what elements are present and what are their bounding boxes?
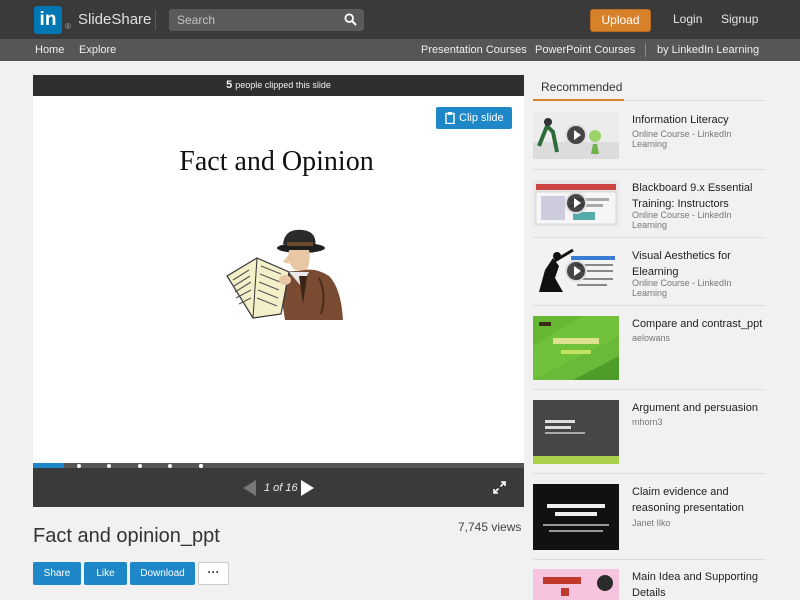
clip-slide-label: Clip slide [459, 112, 504, 124]
nav-powerpoint-courses[interactable]: PowerPoint Courses [535, 44, 635, 56]
slide-heading: Fact and Opinion [179, 146, 374, 177]
recommended-item-title[interactable]: Visual Aesthetics for Elearning [632, 248, 766, 280]
search-box[interactable] [169, 9, 364, 31]
clip-count-text: people clipped this slide [235, 80, 331, 90]
like-button[interactable]: Like [84, 562, 127, 585]
fullscreen-icon[interactable] [493, 481, 506, 494]
slide-thumbnail[interactable] [533, 484, 619, 550]
recommended-item-title[interactable]: Compare and contrast_ppt [632, 316, 766, 332]
linkedin-logo[interactable]: in [34, 6, 62, 34]
divider [624, 100, 766, 101]
nav-home[interactable]: Home [35, 44, 64, 56]
nav-explore[interactable]: Explore [79, 44, 116, 56]
divider [155, 10, 156, 30]
divider [533, 473, 766, 474]
slide-controls: 1 of 16 [33, 468, 524, 507]
divider [533, 237, 766, 238]
recommended-item[interactable]: Main Idea and Supporting Details [533, 569, 766, 600]
slide-thumbnail[interactable] [533, 316, 619, 380]
slide-viewer[interactable]: Clip slide Fact and Opinion [33, 96, 524, 463]
play-icon[interactable] [565, 192, 587, 214]
share-button[interactable]: Share [33, 562, 81, 585]
divider [533, 389, 766, 390]
presentation-title: Fact and opinion_ppt [33, 525, 220, 547]
clip-count-strip: 5 people clipped this slide [33, 75, 524, 96]
divider [645, 43, 646, 57]
recommended-item[interactable]: Claim evidence and reasoning presentatio… [533, 484, 766, 550]
recommended-item[interactable]: Compare and contrast_ppt aelowans [533, 316, 766, 380]
recommended-item[interactable]: Argument and persuasion mhorn3 [533, 400, 766, 464]
recommended-item-title[interactable]: Argument and persuasion [632, 400, 766, 416]
clip-slide-button[interactable]: Clip slide [436, 107, 512, 129]
divider [533, 559, 766, 560]
slide-thumbnail[interactable] [533, 400, 619, 464]
tab-recommended[interactable]: Recommended [533, 75, 624, 101]
recommended-item[interactable]: Blackboard 9.x Essential Training: Instr… [533, 180, 766, 230]
recommended-item-title[interactable]: Blackboard 9.x Essential Training: Instr… [632, 180, 766, 212]
nav-linkedin-learning[interactable]: by LinkedIn Learning [657, 44, 759, 56]
recommended-item-title[interactable]: Main Idea and Supporting Details [632, 569, 766, 600]
upload-button[interactable]: Upload [590, 9, 651, 32]
recommended-item-subtitle: Online Course - LinkedIn Learning [632, 278, 732, 298]
search-input[interactable] [177, 9, 337, 31]
search-icon[interactable] [344, 13, 357, 26]
nav-bar: Home Explore Presentation Courses PowerP… [0, 39, 800, 61]
nav-presentation-courses[interactable]: Presentation Courses [421, 44, 527, 56]
login-link[interactable]: Login [673, 12, 702, 26]
play-icon[interactable] [565, 124, 587, 146]
top-bar: in ® SlideShare Upload Login Signup [0, 0, 800, 39]
recommended-item-subtitle: mhorn3 [632, 417, 663, 427]
play-icon[interactable] [565, 260, 587, 282]
recommended-item[interactable]: Information Literacy Online Course - Lin… [533, 112, 766, 162]
registered-mark: ® [64, 22, 72, 31]
view-count: 7,745 views [458, 520, 522, 534]
more-options-button[interactable]: ··· [198, 562, 229, 585]
recommended-item-subtitle: Janet Ilko [632, 518, 671, 528]
divider [533, 305, 766, 306]
divider [533, 169, 766, 170]
recommended-item-subtitle: aelowans [632, 333, 671, 343]
slide-thumbnail[interactable] [533, 569, 619, 600]
recommended-item-title[interactable]: Claim evidence and reasoning presentatio… [632, 484, 766, 516]
download-button[interactable]: Download [130, 562, 195, 585]
recommended-item-subtitle: Online Course - LinkedIn Learning [632, 210, 732, 230]
next-slide-icon[interactable] [301, 480, 314, 496]
newspaper-reader-illustration [226, 229, 343, 320]
recommended-item-subtitle: Online Course - LinkedIn Learning [632, 129, 732, 149]
signup-link[interactable]: Signup [721, 12, 758, 26]
clipboard-icon [445, 112, 455, 124]
recommended-item-title[interactable]: Information Literacy [632, 112, 766, 128]
previous-slide-icon[interactable] [243, 480, 256, 496]
page-indicator: 1 of 16 [264, 482, 298, 494]
recommended-item[interactable]: Visual Aesthetics for Elearning Online C… [533, 248, 766, 298]
brand-name[interactable]: SlideShare [78, 11, 151, 28]
clip-count: 5 [226, 79, 233, 91]
